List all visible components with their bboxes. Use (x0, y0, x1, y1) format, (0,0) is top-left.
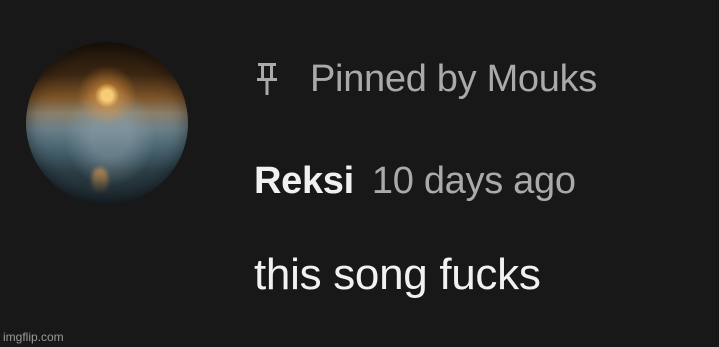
author-name[interactable]: Reksi (254, 160, 354, 203)
pinned-by-label: Pinned by Mouks (310, 57, 597, 100)
avatar[interactable] (26, 42, 188, 204)
pin-icon (257, 63, 277, 95)
avatar-sun-reflection (92, 168, 108, 194)
pinned-badge: Pinned by Mouks (256, 56, 597, 102)
comment-text: this song fucks (254, 250, 541, 299)
comment-header: Reksi 10 days ago (254, 160, 576, 208)
comment-timestamp[interactable]: 10 days ago (372, 160, 576, 203)
imgflip-watermark: imgflip.com (3, 330, 64, 344)
